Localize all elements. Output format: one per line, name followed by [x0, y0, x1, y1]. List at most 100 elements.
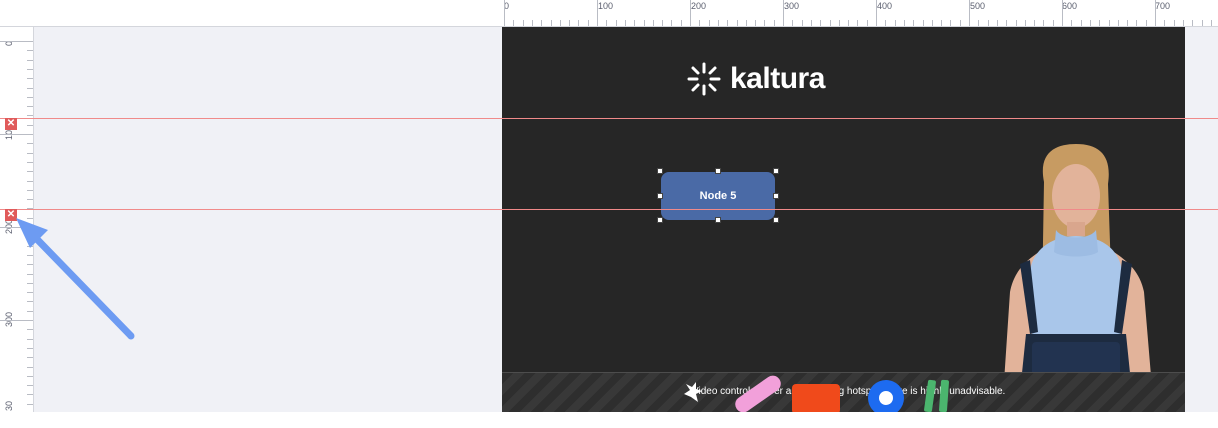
ruler-tick	[662, 20, 664, 26]
resize-handle-se[interactable]	[773, 217, 779, 223]
ruler-tick	[541, 20, 543, 26]
ruler-tick	[959, 20, 961, 26]
ruler-tick	[773, 20, 775, 26]
decorative-shapes	[684, 375, 949, 412]
ruler-tick	[717, 20, 719, 26]
ruler-tick	[569, 20, 571, 26]
ruler-tick	[913, 20, 915, 26]
ruler-corner	[0, 0, 35, 27]
resize-handle-s[interactable]	[715, 217, 721, 223]
ruler-tick	[27, 106, 33, 108]
ruler-tick	[27, 171, 33, 173]
node-hotspot[interactable]: Node 5	[661, 172, 775, 220]
ruler-tick	[27, 124, 33, 126]
ruler-tick	[0, 227, 33, 228]
ruler-tick	[1164, 20, 1166, 26]
ruler-tick	[624, 20, 626, 26]
ruler-tick	[690, 0, 691, 26]
ruler-tick	[27, 403, 33, 405]
ruler-tick	[1192, 20, 1194, 26]
ruler-tick	[615, 20, 617, 26]
ruler-tick	[1136, 20, 1138, 26]
ruler-tick	[783, 0, 784, 26]
ruler-tick	[1015, 20, 1017, 26]
ruler-tick	[922, 20, 924, 26]
ruler-tick	[1173, 20, 1175, 26]
ruler-tick	[531, 20, 533, 26]
ruler-tick	[941, 20, 943, 26]
ruler-tick	[801, 20, 803, 26]
ruler-tick	[885, 20, 887, 26]
ruler-tick	[829, 20, 831, 26]
guide-line-1[interactable]	[0, 118, 1218, 119]
ruler-label-500: 500	[970, 1, 986, 11]
ruler-tick	[680, 20, 682, 26]
ruler-tick	[27, 301, 33, 303]
guide-delete-button-2[interactable]: ✕	[5, 209, 17, 221]
ruler-tick	[1155, 0, 1156, 26]
ruler-tick	[931, 20, 933, 26]
ruler-tick	[969, 0, 970, 26]
ruler-tick	[1034, 20, 1036, 26]
ruler-tick	[1080, 20, 1082, 26]
ruler-tick	[671, 20, 673, 26]
ruler-tick	[0, 320, 33, 321]
ruler-tick	[27, 329, 33, 331]
ruler-tick	[27, 143, 33, 145]
ruler-tick	[27, 217, 33, 219]
ruler-label-600: 600	[1062, 1, 1078, 11]
ruler-tick	[903, 20, 905, 26]
ruler-tick	[1145, 20, 1147, 26]
ruler-tick	[820, 20, 822, 26]
ruler-tick	[559, 20, 561, 26]
ruler-label-400: 400	[877, 1, 893, 11]
ruler-label-v400: 30	[4, 400, 14, 411]
ruler-tick	[27, 59, 33, 61]
ruler-tick	[950, 20, 952, 26]
ruler-tick	[578, 20, 580, 26]
ruler-tick	[27, 385, 33, 387]
resize-handle-sw[interactable]	[657, 217, 663, 223]
ruler-tick	[504, 0, 505, 26]
ruler-tick	[27, 180, 33, 182]
resize-handle-w[interactable]	[657, 193, 663, 199]
ruler-tick	[27, 78, 33, 80]
video-stage[interactable]: kaltura Node 5 Video controls hover area…	[502, 27, 1185, 412]
ruler-tick	[1210, 20, 1212, 26]
ruler-label-300: 300	[784, 1, 800, 11]
ruler-tick	[1099, 20, 1101, 26]
ruler-tick	[857, 20, 859, 26]
ruler-tick	[27, 375, 33, 377]
ruler-tick	[1062, 0, 1063, 26]
ruler-tick	[27, 292, 33, 294]
ruler-tick	[1108, 20, 1110, 26]
ruler-tick	[27, 161, 33, 163]
ruler-tick	[996, 20, 998, 26]
resize-handle-nw[interactable]	[657, 168, 663, 174]
ruler-tick	[27, 273, 33, 275]
resize-handle-ne[interactable]	[773, 168, 779, 174]
guide-delete-button-1[interactable]: ✕	[5, 118, 17, 130]
ruler-tick	[987, 20, 989, 26]
resize-handle-e[interactable]	[773, 193, 779, 199]
ruler-tick	[978, 20, 980, 26]
ruler-tick	[727, 20, 729, 26]
ruler-tick	[27, 264, 33, 266]
ruler-tick	[27, 310, 33, 312]
horizontal-ruler[interactable]: 0 100 200 300 400 500 600 700	[34, 0, 1218, 27]
ruler-tick	[634, 20, 636, 26]
ruler-tick	[587, 20, 589, 26]
guide-line-2[interactable]	[0, 209, 1218, 210]
ruler-tick	[736, 20, 738, 26]
ruler-tick	[0, 41, 33, 42]
ruler-tick	[876, 0, 877, 26]
ruler-tick	[27, 394, 33, 396]
ruler-tick	[1182, 20, 1184, 26]
ruler-tick	[27, 347, 33, 349]
resize-handle-n[interactable]	[715, 168, 721, 174]
ruler-tick	[27, 96, 33, 98]
node-label: Node 5	[699, 190, 737, 202]
bottom-strip	[0, 412, 1218, 428]
ruler-tick	[27, 152, 33, 154]
ruler-tick	[1201, 20, 1203, 26]
